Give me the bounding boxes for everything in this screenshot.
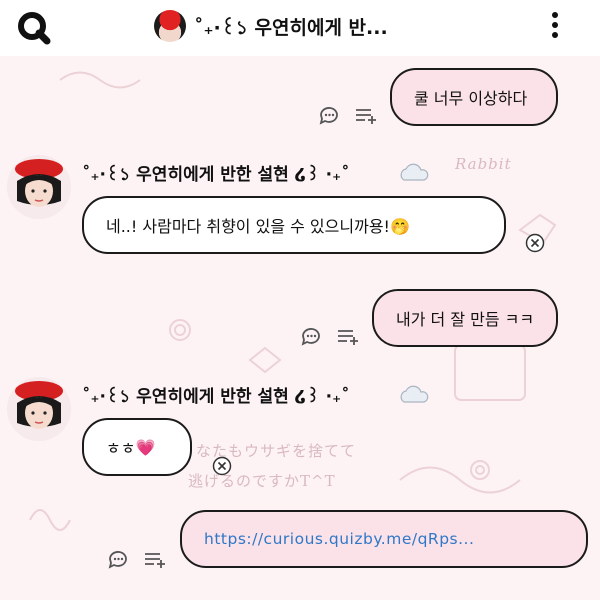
list-add-icon[interactable] [354, 105, 376, 127]
list-add-icon[interactable] [336, 326, 358, 348]
sender-avatar[interactable] [7, 377, 71, 441]
chat-avatar[interactable] [154, 10, 186, 42]
message-actions-5 [107, 549, 165, 571]
message-bubble-2[interactable]: 네..! 사람마다 취향이 있을 수 있으니까용!🤭 [82, 196, 506, 254]
message-actions-1 [318, 105, 376, 127]
message-bubble-1[interactable]: 쿨 너무 이상하다 [390, 68, 558, 126]
cloud-icon [398, 162, 430, 182]
more-vertical-icon[interactable] [548, 12, 562, 42]
message-actions-3 [300, 326, 358, 348]
cloud-icon [398, 384, 430, 404]
sender-avatar[interactable] [7, 155, 71, 219]
message-bubble-3[interactable]: 내가 더 잘 만듬 ㅋㅋ [372, 289, 558, 347]
close-icon[interactable] [212, 456, 232, 476]
sender-name: ˚₊·꒰১ 우연히에게 반한 설현 ໒꒱ ·₊˚ [82, 387, 350, 407]
comment-icon[interactable] [318, 105, 340, 127]
comment-icon[interactable] [300, 326, 322, 348]
chat-title[interactable]: ˚₊·꒰১ 우연히에게 반... [194, 13, 434, 46]
message-text: ㅎㅎ [106, 439, 136, 458]
message-text: 내가 더 잘 만듬 ㅋㅋ [396, 310, 535, 329]
message-text: 네..! 사람마다 취향이 있을 수 있으니까용!🤭 [106, 217, 410, 236]
list-add-icon[interactable] [143, 549, 165, 571]
comment-icon[interactable] [107, 549, 129, 571]
app-logo-icon[interactable] [17, 11, 51, 45]
close-icon[interactable] [525, 233, 545, 253]
message-text: 쿨 너무 이상하다 [414, 89, 528, 108]
decor-text-2: 逃げるのですかT^T [188, 472, 336, 490]
message-bubble-4[interactable]: ㅎㅎ 💗 [82, 418, 192, 476]
top-app-bar: ˚₊·꒰১ 우연히에게 반... [0, 0, 600, 56]
sender-name: ˚₊·꒰১ 우연히에게 반한 설현 ໒꒱ ·₊˚ [82, 165, 350, 185]
message-link[interactable]: https://curious.quizby.me/qRps... [204, 530, 474, 548]
decor-text-3: Rabbit [455, 155, 512, 173]
heart-emoji: 💗 [135, 437, 156, 457]
message-bubble-5[interactable]: https://curious.quizby.me/qRps... [180, 510, 588, 568]
